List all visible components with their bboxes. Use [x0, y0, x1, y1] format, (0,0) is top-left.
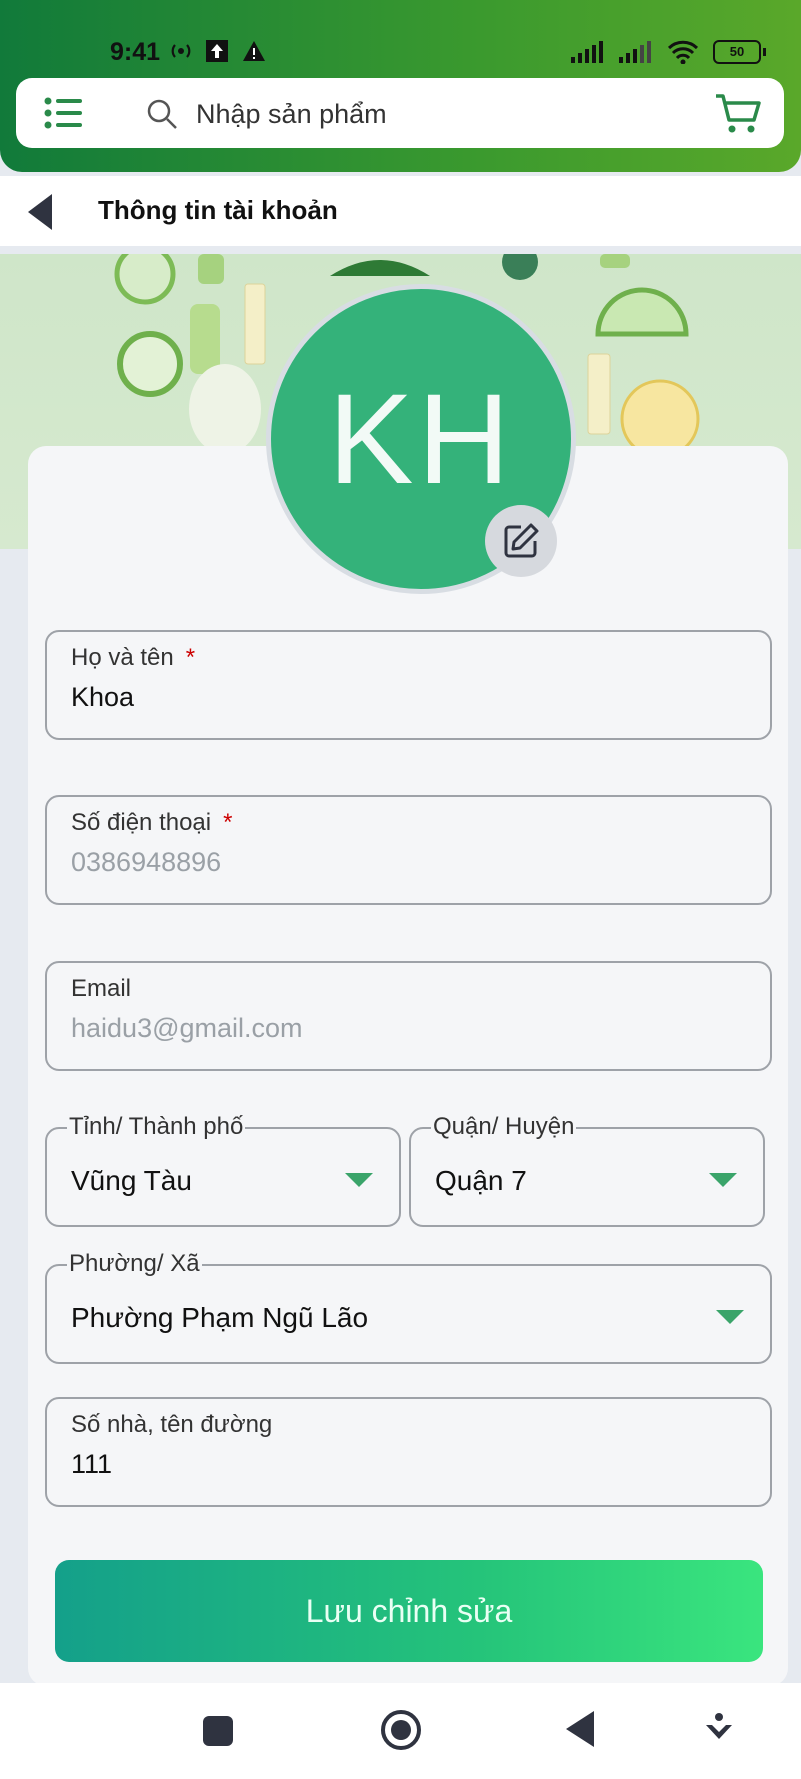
warning-icon: [243, 41, 265, 61]
province-label: Tỉnh/ Thành phố: [67, 1113, 246, 1141]
status-time: 9:41: [110, 38, 161, 66]
menu-icon[interactable]: [44, 96, 84, 130]
address-label: Số nhà, tên đường: [71, 1411, 273, 1438]
phone-label: Số điện thoại: [71, 809, 212, 836]
phone-input: 0386948896: [71, 847, 222, 877]
dropdown-arrow-icon: [716, 1310, 744, 1324]
email-label: Email: [71, 975, 132, 1002]
signal-icon: [571, 41, 603, 63]
dropdown-arrow-icon: [345, 1173, 373, 1187]
phone-field: Số điện thoại * 0386948896: [45, 795, 772, 905]
address-input[interactable]: 111: [71, 1449, 112, 1480]
system-nav-bar: [0, 1683, 801, 1779]
page-title: Thông tin tài khoản: [98, 195, 338, 225]
home-icon[interactable]: [380, 1709, 422, 1751]
province-value: Vũng Tàu: [71, 1165, 192, 1196]
search-input[interactable]: Nhập sản phẩm: [196, 99, 387, 130]
status-bar: 9:41 50: [0, 36, 801, 70]
search-bar[interactable]: Nhập sản phẩm: [16, 78, 784, 148]
ward-value: Phường Phạm Ngũ Lão: [71, 1302, 369, 1333]
ward-select[interactable]: Phường/ Xã Phường Phạm Ngũ Lão: [45, 1250, 772, 1364]
district-value: Quận 7: [435, 1165, 527, 1196]
edit-avatar-button[interactable]: [485, 505, 557, 577]
cart-icon[interactable]: [714, 92, 762, 136]
full-name-label: Họ và tên: [71, 644, 174, 671]
back-nav-icon[interactable]: [566, 1711, 596, 1747]
back-icon[interactable]: [28, 194, 56, 230]
save-button[interactable]: Lưu chỉnh sửa: [55, 1560, 763, 1662]
upload-icon: [206, 40, 228, 62]
page-header: Thông tin tài khoản: [0, 176, 801, 246]
district-select[interactable]: Quận/ Huyện Quận 7: [409, 1113, 765, 1227]
full-name-input[interactable]: Khoa: [71, 682, 134, 713]
province-select[interactable]: Tỉnh/ Thành phố Vũng Tàu: [45, 1113, 401, 1227]
email-input: haidu3@gmail.com: [71, 1013, 303, 1043]
battery-icon: 50: [713, 40, 766, 64]
district-label: Quận/ Huyện: [431, 1113, 577, 1141]
address-field[interactable]: Số nhà, tên đường 111: [45, 1397, 772, 1507]
required-marker: *: [223, 809, 233, 836]
signal-icon: [619, 41, 651, 63]
avatar-initials: KH: [328, 367, 514, 511]
hotspot-icon: [171, 44, 191, 58]
required-marker: *: [185, 644, 196, 671]
wifi-icon: [667, 40, 699, 64]
email-field: Email haidu3@gmail.com: [45, 961, 772, 1071]
recent-apps-icon[interactable]: [202, 1715, 234, 1747]
full-name-field[interactable]: Họ và tên * Khoa: [45, 630, 772, 740]
app-header: 9:41 50 Nhập sản phẩm: [0, 0, 801, 172]
ward-label: Phường/ Xã: [67, 1250, 202, 1278]
edit-icon: [504, 523, 539, 558]
dropdown-arrow-icon: [709, 1173, 737, 1187]
search-icon: [147, 99, 177, 129]
chevron-down-icon[interactable]: [704, 1713, 734, 1745]
